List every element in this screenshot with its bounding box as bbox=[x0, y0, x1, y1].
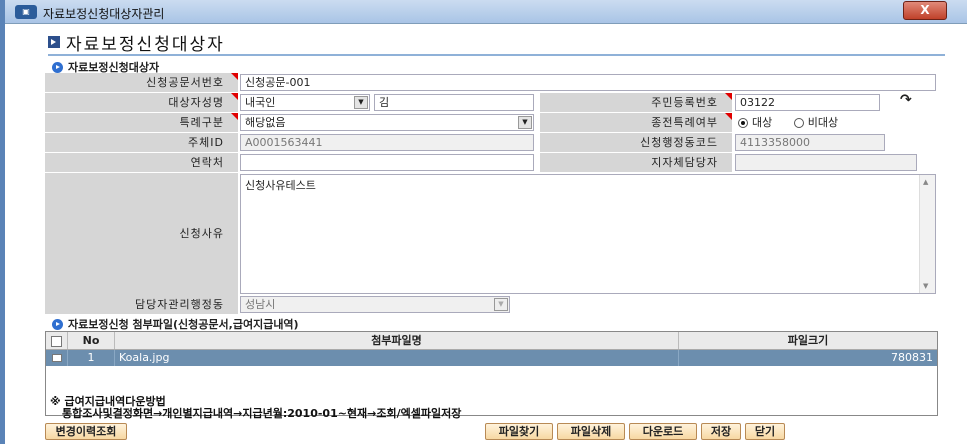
section-bullet-icon bbox=[52, 61, 63, 73]
history-button[interactable]: 변경이력조회 bbox=[45, 423, 127, 440]
close-window-button[interactable]: X bbox=[903, 1, 947, 20]
title-bullet-icon bbox=[48, 36, 60, 48]
title-divider bbox=[48, 54, 945, 56]
section-bullet-icon bbox=[52, 318, 63, 330]
radio-target-label: 대상 bbox=[752, 116, 773, 129]
reason-label: 신청사유 bbox=[45, 173, 238, 295]
contact-input[interactable] bbox=[240, 154, 534, 171]
entity-id-label: 주체ID bbox=[45, 133, 238, 152]
dropdown-arrow-icon: ▼ bbox=[354, 96, 368, 109]
select-all-checkbox[interactable] bbox=[51, 335, 62, 347]
contact-label: 연락처 bbox=[45, 153, 238, 172]
row-checkbox[interactable] bbox=[51, 354, 62, 362]
radio-nontarget[interactable]: 비대상 bbox=[793, 116, 839, 129]
agency-code-input: 4113358000 bbox=[735, 134, 885, 151]
agency-code-label: 신청행정동코드 bbox=[540, 133, 732, 152]
close-button[interactable]: 닫기 bbox=[745, 423, 785, 440]
col-filename: 첨부파일명 bbox=[115, 332, 679, 349]
nationality-value: 내국인 bbox=[245, 96, 276, 109]
special-type-select[interactable]: 해당없음 ▼ bbox=[240, 114, 534, 131]
dropdown-arrow-icon: ▼ bbox=[518, 116, 532, 129]
scroll-up-icon[interactable]: ▲ bbox=[923, 178, 928, 186]
attachments-table: No 첨부파일명 파일크기 1 Koala.jpg 780831 bbox=[45, 331, 938, 416]
delete-file-button[interactable]: 파일삭제 bbox=[557, 423, 625, 440]
table-header: No 첨부파일명 파일크기 bbox=[46, 332, 937, 350]
download-button[interactable]: 다운로드 bbox=[629, 423, 697, 440]
row-filesize: 780831 bbox=[891, 351, 933, 364]
title-bar: ▣ 자료보정신청대상자관리 X bbox=[5, 0, 967, 24]
radio-nontarget-label: 비대상 bbox=[807, 116, 839, 129]
note-body: 통합조사및결정화면→개인별지급내역→지급년월:2010-01~현재→조회/엑셀파… bbox=[62, 407, 462, 420]
doc-no-label: 신청공문서번호 bbox=[45, 73, 238, 92]
special-type-label: 특례구분 bbox=[45, 113, 238, 132]
save-button[interactable]: 저장 bbox=[701, 423, 741, 440]
find-file-button[interactable]: 파일찾기 bbox=[485, 423, 553, 440]
section-header-attachments: 자료보정신청 첨부파일(신청공문서,급여지급내역) bbox=[52, 316, 299, 332]
radio-target-icon bbox=[738, 118, 748, 128]
dropdown-arrow-icon: ▼ bbox=[494, 298, 508, 311]
scroll-down-icon[interactable]: ▼ bbox=[923, 282, 928, 290]
reason-text: 신청사유테스트 bbox=[245, 179, 316, 192]
entity-id-input: A0001563441 bbox=[240, 134, 534, 151]
resident-no-label: 주민등록번호 bbox=[540, 93, 732, 112]
table-row[interactable]: 1 Koala.jpg 780831 bbox=[46, 350, 937, 366]
officer-dong-select: 성남시 ▼ bbox=[240, 296, 510, 313]
resident-no-input[interactable]: 03122 bbox=[735, 94, 880, 111]
row-filename: Koala.jpg bbox=[115, 350, 679, 366]
reason-scrollbar[interactable]: ▲ ▼ bbox=[919, 175, 935, 293]
col-no: No bbox=[68, 332, 115, 349]
section-title: 자료보정신청 첨부파일(신청공문서,급여지급내역) bbox=[68, 318, 299, 331]
select-all-cell[interactable] bbox=[46, 332, 68, 349]
local-officer-label: 지자체담당자 bbox=[540, 153, 732, 172]
window-edge bbox=[0, 0, 5, 444]
window-title: 자료보정신청대상자관리 bbox=[43, 7, 165, 21]
prev-special-label: 종전특례여부 bbox=[540, 113, 732, 132]
name-input[interactable]: 김 bbox=[374, 94, 534, 111]
prev-special-radio-group: 대상 비대상 bbox=[738, 114, 838, 131]
radio-nontarget-icon bbox=[793, 118, 804, 128]
target-name-label: 대상자성명 bbox=[45, 93, 238, 112]
nationality-select[interactable]: 내국인 ▼ bbox=[240, 94, 370, 111]
page-title: 자료보정신청대상자 bbox=[66, 34, 225, 55]
doc-no-input[interactable]: 신청공문-001 bbox=[240, 74, 936, 91]
page-heading: 자료보정신청대상자 bbox=[48, 31, 225, 55]
reason-textarea[interactable]: 신청사유테스트 ▲ ▼ bbox=[240, 174, 936, 294]
main-panel: 자료보정신청대상자 자료보정신청대상자 신청공문서번호 신청공문-001 대상자… bbox=[30, 24, 945, 444]
officer-dong-value: 성남시 bbox=[245, 298, 276, 311]
radio-target[interactable]: 대상 bbox=[738, 116, 772, 129]
col-filesize: 파일크기 bbox=[787, 334, 829, 347]
officer-dong-label: 담당자관리행정동 bbox=[45, 295, 238, 314]
app-icon: ▣ bbox=[15, 5, 37, 19]
lookup-icon[interactable]: ↷ bbox=[900, 92, 912, 108]
local-officer-input bbox=[735, 154, 917, 171]
row-select-cell[interactable] bbox=[46, 350, 68, 366]
special-type-value: 해당없음 bbox=[245, 116, 286, 129]
row-no: 1 bbox=[68, 350, 115, 366]
